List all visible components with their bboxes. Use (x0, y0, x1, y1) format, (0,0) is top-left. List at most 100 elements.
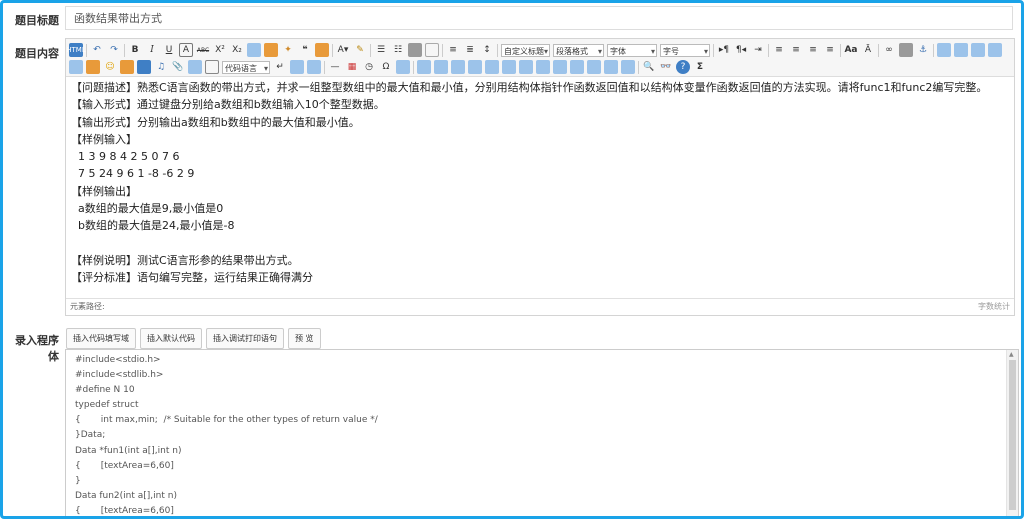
clear-doc-icon[interactable] (425, 43, 439, 57)
help-icon[interactable]: ? (676, 60, 690, 74)
format-brush-icon[interactable] (264, 43, 278, 57)
subscript-icon[interactable]: X₂ (230, 43, 244, 57)
insert-row-icon[interactable] (468, 60, 482, 74)
vertical-scrollbar[interactable]: ▲ (1006, 350, 1018, 516)
code-line: { [textArea=6,60] (75, 505, 174, 516)
map-icon[interactable] (188, 60, 202, 74)
content-line: 7 5 24 9 6 1 -8 -6 2 9 (71, 167, 195, 181)
merge-down-icon[interactable] (570, 60, 584, 74)
line-height-icon[interactable]: ↕ (480, 43, 494, 57)
content-label: 题目内容 (15, 47, 59, 60)
row-spacing-top-icon[interactable]: ≡ (446, 43, 460, 57)
insert-table-icon[interactable] (417, 60, 431, 74)
code-block-icon[interactable] (205, 60, 219, 74)
separator (638, 60, 639, 74)
insert-default-code-button[interactable]: 插入默认代码 (140, 328, 202, 349)
image-none-icon[interactable] (937, 43, 951, 57)
align-left-icon[interactable]: ≡ (772, 43, 786, 57)
paste-text-icon[interactable] (315, 43, 329, 57)
program-body-textarea[interactable]: #include<stdio.h> #include<stdlib.h> #de… (65, 349, 1019, 516)
scroll-up-icon[interactable]: ▲ (1009, 351, 1014, 358)
search-replace-icon[interactable]: 🔍 (642, 60, 656, 74)
form-frame: 题目标题 函数结果带出方式 题目内容 HTML ↶ ↷ B I U A ABC … (0, 0, 1024, 519)
redo-icon[interactable]: ↷ (107, 43, 121, 57)
strikethrough-icon[interactable]: ABC (196, 43, 210, 57)
select-all-icon[interactable] (408, 43, 422, 57)
ordered-list-icon[interactable]: ☰ (374, 43, 388, 57)
align-center-icon[interactable]: ≡ (789, 43, 803, 57)
font-family-select[interactable]: 字体 (607, 43, 657, 57)
blockquote-icon[interactable]: ❝ (298, 43, 312, 57)
merge-cells-icon[interactable] (536, 60, 550, 74)
music-icon[interactable]: ♫ (154, 60, 168, 74)
preview-button[interactable]: 预 览 (288, 328, 321, 349)
image-left-icon[interactable] (954, 43, 968, 57)
scrawl-icon[interactable] (120, 60, 134, 74)
wordimage-icon[interactable] (396, 60, 410, 74)
ltr-icon[interactable]: ▸¶ (717, 43, 731, 57)
print-preview-icon[interactable]: 👓 (659, 60, 673, 74)
image-center-icon[interactable] (988, 43, 1002, 57)
insert-image-icon[interactable] (86, 60, 100, 74)
unlink-icon[interactable] (899, 43, 913, 57)
background-icon[interactable] (307, 60, 321, 74)
delete-row-icon[interactable] (485, 60, 499, 74)
split-cells-icon[interactable] (587, 60, 601, 74)
code-language-select[interactable]: 代码语言 (222, 60, 270, 74)
separator (370, 43, 371, 57)
font-border-icon[interactable]: A (179, 43, 193, 57)
insert-video-icon[interactable] (137, 60, 151, 74)
undo-icon[interactable]: ↶ (90, 43, 104, 57)
special-chars-icon[interactable]: Ω (379, 60, 393, 74)
font-size-select[interactable]: 字号 (660, 43, 710, 57)
template-icon[interactable] (290, 60, 304, 74)
indent-icon[interactable]: ⇥ (751, 43, 765, 57)
highlight-color-icon[interactable]: ✎ (353, 43, 367, 57)
separator (124, 43, 125, 57)
font-color-icon[interactable]: A▾ (336, 43, 350, 57)
eraser-icon[interactable] (247, 43, 261, 57)
split-rows-icon[interactable] (604, 60, 618, 74)
page-break-icon[interactable]: ↵ (273, 60, 287, 74)
title-input[interactable]: 函数结果带出方式 (65, 6, 1013, 30)
insert-debug-print-button[interactable]: 插入调试打印语句 (206, 328, 284, 349)
rtl-icon[interactable]: ¶◂ (734, 43, 748, 57)
superscript-icon[interactable]: X² (213, 43, 227, 57)
content-line: 【输入形式】通过键盘分别给a数组和b数组输入10个整型数据。 (71, 98, 385, 112)
formula-icon[interactable]: Σ (693, 60, 707, 74)
attachment-icon[interactable]: 📎 (171, 60, 185, 74)
italic-icon[interactable]: I (145, 43, 159, 57)
insert-col-icon[interactable] (502, 60, 516, 74)
editor-content[interactable]: 【问题描述】熟悉C语言函数的带出方式，并求一组整型数组中的最大值和最小值，分别用… (71, 79, 1011, 287)
uppercase-icon[interactable]: Aa (844, 43, 858, 57)
image-right-icon[interactable] (971, 43, 985, 57)
link-icon[interactable]: ∞ (882, 43, 896, 57)
insert-paragraph-before-table-icon[interactable] (451, 60, 465, 74)
simple-upload-icon[interactable] (69, 60, 83, 74)
paragraph-format-select[interactable]: 段落格式 (553, 43, 604, 57)
horizontal-rule-icon[interactable]: — (328, 60, 342, 74)
delete-table-icon[interactable] (434, 60, 448, 74)
delete-col-icon[interactable] (519, 60, 533, 74)
emoticon-icon[interactable]: ☺ (103, 60, 117, 74)
scrollbar-thumb[interactable] (1009, 360, 1016, 510)
merge-right-icon[interactable] (553, 60, 567, 74)
unordered-list-icon[interactable]: ☷ (391, 43, 405, 57)
row-spacing-bottom-icon[interactable]: ≣ (463, 43, 477, 57)
underline-icon[interactable]: U (162, 43, 176, 57)
align-right-icon[interactable]: ≡ (806, 43, 820, 57)
editor-statusbar: 元素路径: 字数统计 (66, 298, 1014, 315)
bold-icon[interactable]: B (128, 43, 142, 57)
auto-format-icon[interactable]: ✦ (281, 43, 295, 57)
date-icon[interactable]: ▦ (345, 60, 359, 74)
html-source-icon[interactable]: HTML (66, 43, 86, 57)
insert-fill-area-button[interactable]: 插入代码填写域 (66, 328, 136, 349)
align-justify-icon[interactable]: ≡ (823, 43, 837, 57)
anchor-icon[interactable]: ⚓ (916, 43, 930, 57)
custom-title-select[interactable]: 自定义标题 (501, 43, 550, 57)
split-cols-icon[interactable] (621, 60, 635, 74)
lowercase-icon[interactable]: Ā (861, 43, 875, 57)
separator (324, 60, 325, 74)
time-icon[interactable]: ◷ (362, 60, 376, 74)
separator (413, 60, 414, 74)
